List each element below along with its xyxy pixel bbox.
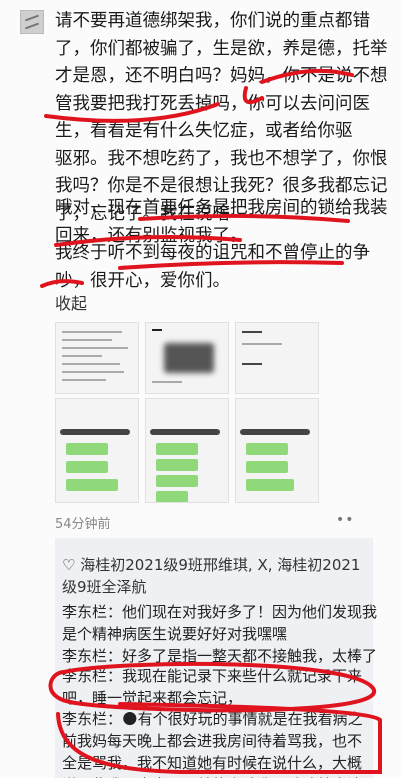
likes-list: ♡ 海桂初2021级9班邢维琪, X, 海桂初2021 级9班全泽航 (62, 556, 361, 596)
post-image-6[interactable] (235, 398, 319, 503)
more-icon[interactable]: •• (336, 512, 355, 528)
screenshot-frame: 请不要再道德绑架我，你们说的重点都错 了，你们都被骗了，生是欲，养是德，托举 才… (0, 0, 401, 778)
post-timestamp: 54分钟前 (55, 517, 111, 532)
post-image-1[interactable] (55, 322, 139, 394)
post-image-5[interactable] (145, 398, 229, 503)
post-image-3[interactable] (235, 322, 319, 394)
collapse-link[interactable]: 收起 (55, 290, 87, 314)
post-image-4[interactable] (55, 398, 139, 503)
comment-item[interactable]: 李东栏：我现在能记录下来些什么就记录下来 吧，睡一觉起来都会忘记， (62, 665, 372, 709)
post-text-ending: 我终于听不到每夜的诅咒和不曾停止的争 吵，很开心，爱你们。 (55, 243, 370, 291)
comment-item[interactable]: 李东栏：🌑有个很好玩的事情就是在我看病之 前我妈每天晚上都会进我房间待着骂我，也… (62, 708, 372, 778)
comment-item[interactable]: 李东栏：他们现在对我好多了！因为他们发现我 是个精神病医生说要好好对我嘿嘿 (62, 601, 377, 645)
comment-item[interactable]: 李东栏：好多了是指一整天都不接触我，太棒了 (62, 645, 377, 667)
avatar[interactable] (20, 10, 44, 34)
post-image-2[interactable] (145, 322, 229, 394)
